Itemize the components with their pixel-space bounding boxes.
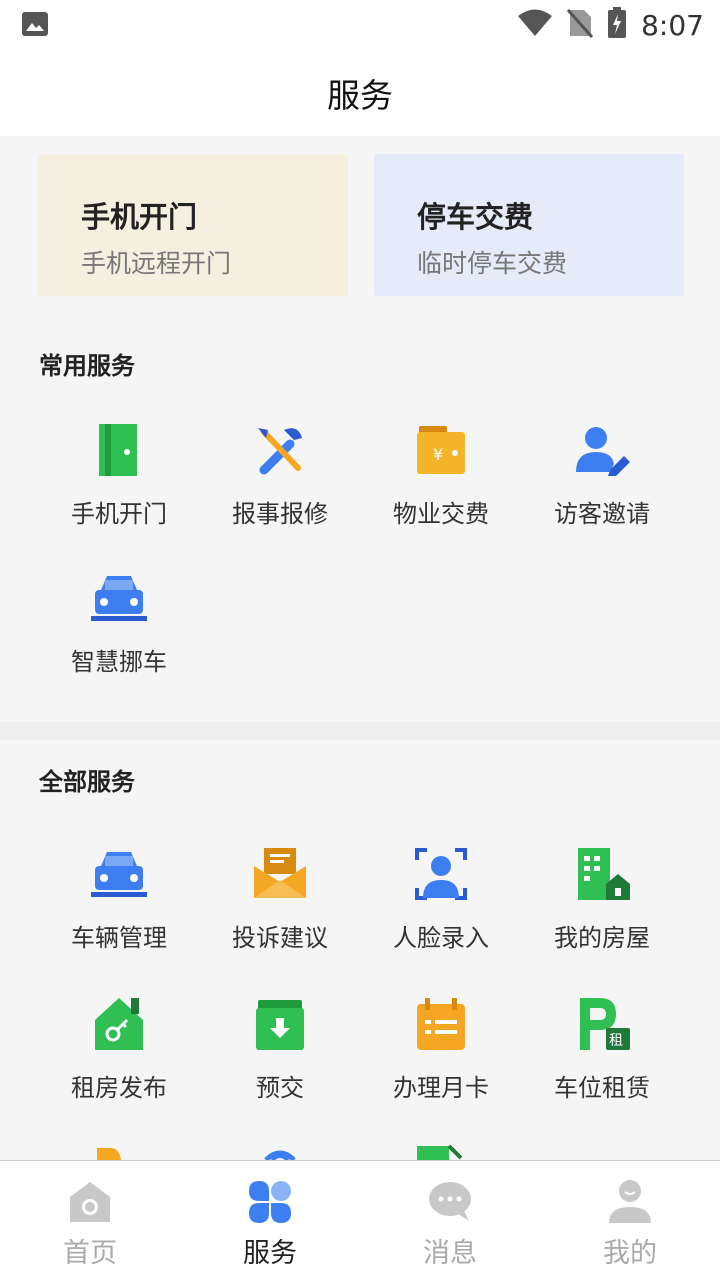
service-item-prepay[interactable]: 预交 xyxy=(200,994,360,1103)
battery-icon xyxy=(607,7,627,43)
grid-icon xyxy=(247,1179,293,1225)
chat-icon xyxy=(427,1179,473,1225)
wallet-yen-icon: ¥ xyxy=(411,420,471,480)
door-icon xyxy=(89,420,149,480)
service-item-vehicle[interactable]: 车辆管理 xyxy=(39,844,199,953)
bottom-tab-bar: 首页 服务 消息 我的 xyxy=(0,1160,720,1280)
quick-card-subtitle: 手机远程开门 xyxy=(81,249,232,278)
service-item-monthly-card[interactable]: 办理月卡 xyxy=(361,994,521,1103)
user-icon xyxy=(607,1179,653,1225)
service-item-label: 智慧挪车 xyxy=(71,648,167,676)
tab-mine[interactable]: 我的 xyxy=(540,1161,720,1280)
quick-card-parking-fee[interactable]: 停车交费 临时停车交费 xyxy=(374,154,684,296)
gallery-icon xyxy=(22,12,48,40)
service-item-label: 租房发布 xyxy=(71,1074,167,1102)
visitor-icon xyxy=(572,420,632,480)
common-services-section: 常用服务 手机开门 报事报修 ¥ 物业交费 访客邀请 智慧挪车 xyxy=(0,312,720,722)
house-key-icon xyxy=(89,994,149,1054)
tab-messages[interactable]: 消息 xyxy=(360,1161,540,1280)
quick-card-title: 手机开门 xyxy=(81,200,198,234)
title-bar: 服务 xyxy=(0,50,720,136)
service-item-visitor[interactable]: 访客邀请 xyxy=(522,420,682,529)
face-scan-icon xyxy=(411,844,471,904)
service-item-parking-rent[interactable]: 租 车位租赁 xyxy=(522,994,682,1103)
mail-icon xyxy=(250,844,310,904)
quick-card-title: 停车交费 xyxy=(417,200,534,234)
service-item-move-car[interactable]: 智慧挪车 xyxy=(39,568,199,677)
status-bar: 8:07 xyxy=(0,0,720,50)
service-item-label: 人脸录入 xyxy=(393,924,489,952)
tab-label: 我的 xyxy=(603,1238,657,1269)
service-item-door[interactable]: 手机开门 xyxy=(39,420,199,529)
service-item-label: 报事报修 xyxy=(232,500,328,528)
service-item-label: 物业交费 xyxy=(393,500,489,528)
quick-card-subtitle: 临时停车交费 xyxy=(417,249,568,278)
service-item-property-fee[interactable]: ¥ 物业交费 xyxy=(361,420,521,529)
service-item-label: 投诉建议 xyxy=(232,924,328,952)
car-icon xyxy=(89,568,149,628)
building-icon xyxy=(572,844,632,904)
quick-card-door-open[interactable]: 手机开门 手机远程开门 xyxy=(38,154,348,296)
box-download-icon xyxy=(250,994,310,1054)
service-item-label: 我的房屋 xyxy=(554,924,650,952)
tab-label: 服务 xyxy=(243,1238,297,1269)
service-item-rent-publish[interactable]: 租房发布 xyxy=(39,994,199,1103)
svg-text:租: 租 xyxy=(609,1033,623,1049)
status-time: 8:07 xyxy=(641,8,704,42)
service-item-my-house[interactable]: 我的房屋 xyxy=(522,844,682,953)
svg-text:¥: ¥ xyxy=(433,445,443,464)
service-item-label: 车位租赁 xyxy=(554,1074,650,1102)
home-icon xyxy=(67,1179,113,1225)
repair-tools-icon xyxy=(250,420,310,480)
service-item-label: 访客邀请 xyxy=(554,500,650,528)
service-item-face[interactable]: 人脸录入 xyxy=(361,844,521,953)
tab-label: 消息 xyxy=(423,1238,477,1269)
section-divider xyxy=(0,722,720,740)
page-title: 服务 xyxy=(327,76,393,115)
service-item-label: 办理月卡 xyxy=(393,1074,489,1102)
section-title: 常用服务 xyxy=(39,352,135,380)
section-title: 全部服务 xyxy=(39,768,135,796)
service-item-repair[interactable]: 报事报修 xyxy=(200,420,360,529)
service-item-complaint[interactable]: 投诉建议 xyxy=(200,844,360,953)
car-icon xyxy=(89,844,149,904)
wifi-icon xyxy=(517,9,553,41)
tab-home[interactable]: 首页 xyxy=(0,1161,180,1280)
tab-label: 首页 xyxy=(63,1238,117,1269)
service-item-label: 车辆管理 xyxy=(71,924,167,952)
service-item-label: 手机开门 xyxy=(71,500,167,528)
tab-services[interactable]: 服务 xyxy=(180,1161,360,1280)
service-item-label: 预交 xyxy=(256,1074,304,1102)
no-sim-icon xyxy=(566,8,594,42)
all-services-section: 全部服务 车辆管理 投诉建议 人脸录入 我的房屋 租房发布 预交 办理月卡 租 … xyxy=(0,740,720,1162)
parking-rent-icon: 租 xyxy=(572,994,632,1054)
calendar-card-icon xyxy=(411,994,471,1054)
